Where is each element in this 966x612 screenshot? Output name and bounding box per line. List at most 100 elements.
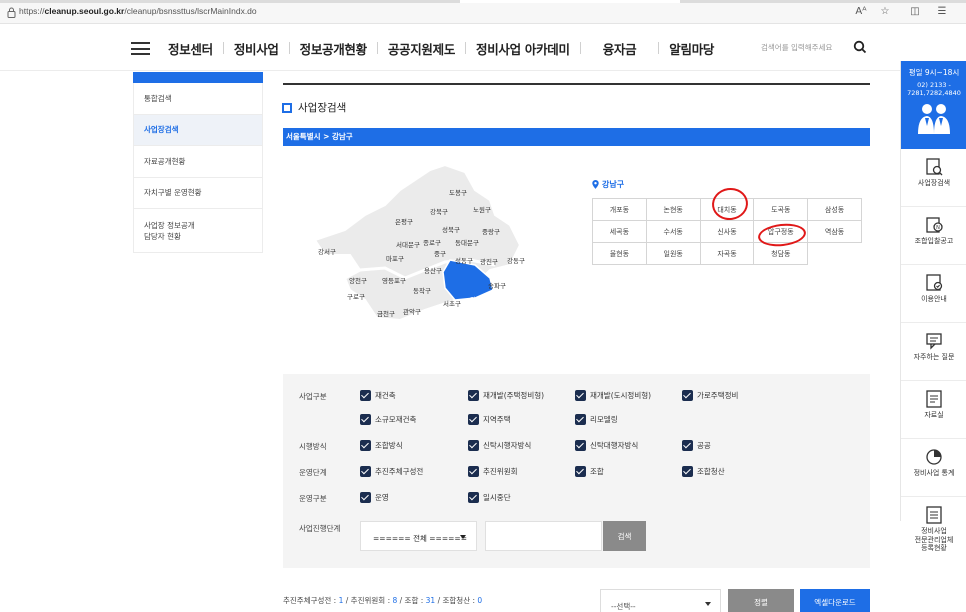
nav-item-maintenance[interactable]: 정비사업 <box>224 39 289 58</box>
map-label-eunpyeong[interactable]: 은평구 <box>395 216 413 226</box>
dong-button-nonhyeon[interactable]: 논현동 <box>645 198 701 221</box>
site-search-input[interactable]: 검색어를 입력해주세요 <box>755 37 869 59</box>
map-label-gangseo[interactable]: 강서구 <box>318 246 336 256</box>
checkbox-small-reconstruction[interactable]: 소규모재건축 <box>360 412 416 426</box>
quick-management-company[interactable]: 정비사업 전문관리업체 등록현황 <box>901 497 966 577</box>
nav-item-public-support[interactable]: 공공지원제도 <box>378 39 465 58</box>
dong-button-gaepo[interactable]: 개포동 <box>592 198 647 221</box>
sort-button[interactable]: 정렬 <box>728 589 794 612</box>
quick-guide[interactable]: 이용안내 <box>901 265 966 323</box>
checkbox-label: 가로주택정비 <box>697 390 739 400</box>
dong-button-yeoksam[interactable]: 역삼동 <box>807 220 862 243</box>
checkbox-union[interactable]: 조합 <box>575 464 604 478</box>
dong-button-dogok[interactable]: 도곡동 <box>753 198 809 221</box>
map-label-gangbuk[interactable]: 강북구 <box>430 206 448 216</box>
map-label-dongjak[interactable]: 동작구 <box>413 285 431 295</box>
dong-button-samseong[interactable]: 삼성동 <box>807 198 862 221</box>
map-label-yangcheon[interactable]: 양천구 <box>349 275 367 285</box>
checkbox-label: 소규모재건축 <box>375 414 417 424</box>
sidebar-item-label: 사업장 정보공개 <box>144 220 195 230</box>
quick-label: 정비사업 <box>921 527 947 535</box>
map-label-dongdaemun[interactable]: 동대문구 <box>455 237 479 247</box>
sidebar-item-contact-status[interactable]: 사업장 정보공개 담당자 현황 <box>133 209 263 253</box>
checkbox-redevelop-urban[interactable]: 재개발(도시정비형) <box>575 388 651 402</box>
map-label-gangnam[interactable]: 강남구 <box>470 294 488 304</box>
excel-download-button[interactable]: 엑셀다운로드 <box>800 589 870 612</box>
quick-bid-notice[interactable]: N 조합입찰공고 <box>901 207 966 265</box>
checkbox-redevelop-housing[interactable]: 재개발(주택정비형) <box>468 388 544 402</box>
map-label-mapo[interactable]: 마포구 <box>386 253 404 263</box>
map-label-seongbuk[interactable]: 성북구 <box>442 224 460 234</box>
sidebar-item-district-operation[interactable]: 자치구별 운영현황 <box>133 177 263 209</box>
left-sidebar: 통합검색 사업장검색 자료공개현황 자치구별 운영현황 사업장 정보공개 담당자 … <box>133 72 263 253</box>
checkbox-public[interactable]: 공공 <box>682 438 711 452</box>
sidebar-item-disclosure-status[interactable]: 자료공개현황 <box>133 146 263 178</box>
document-icon <box>926 390 942 408</box>
map-label-gangdong[interactable]: 강동구 <box>507 255 525 265</box>
filter-row-method: 시행방식 조합방식 신탁시행자방식 신탁대행자방식 공공 <box>283 438 870 454</box>
checkbox-trust-executor[interactable]: 신탁시행자방식 <box>468 438 531 452</box>
map-label-jungnang[interactable]: 중랑구 <box>482 226 500 236</box>
seoul-map-graphic[interactable] <box>305 160 535 330</box>
map-label-yeongdeungpo[interactable]: 영등포구 <box>382 275 406 285</box>
map-label-jung[interactable]: 중구 <box>434 248 446 258</box>
reader-mode-icon[interactable]: Aᴬ <box>854 5 868 19</box>
hamburger-menu-icon[interactable] <box>131 42 150 55</box>
url-field[interactable]: https://cleanup.seoul.go.kr/cleanup/bsns… <box>19 6 257 16</box>
checkbox-suspended[interactable]: 일시중단 <box>468 490 511 504</box>
checkbox-reconstruction[interactable]: 재건축 <box>360 388 396 402</box>
dong-button-yulhyeon[interactable]: 율현동 <box>592 242 647 265</box>
nav-item-loan[interactable]: 융자금 <box>581 39 659 58</box>
map-label-guro[interactable]: 구로구 <box>347 291 365 301</box>
sidebar-item-site-search[interactable]: 사업장검색 <box>133 114 263 146</box>
nav-item-disclosure[interactable]: 정보공개현황 <box>290 39 377 58</box>
checkbox-trust-agent[interactable]: 신탁대행자방식 <box>575 438 638 452</box>
checkbox-street-housing[interactable]: 가로주택정비 <box>682 388 738 402</box>
sort-select[interactable]: --선택-- <box>600 589 721 612</box>
map-label-nowon[interactable]: 노원구 <box>473 204 491 214</box>
favorites-list-icon[interactable]: ☰ <box>935 5 949 19</box>
search-icon[interactable] <box>853 40 867 54</box>
checkbox-label: 신탁시행자방식 <box>483 440 532 450</box>
map-label-seocho[interactable]: 서초구 <box>443 298 461 308</box>
map-label-geumcheon[interactable]: 금천구 <box>377 308 395 318</box>
nav-item-info-center[interactable]: 정보센터 <box>158 39 223 58</box>
dong-button-jagok[interactable]: 자곡동 <box>699 242 755 265</box>
phone-text: 7281,7282,4840 <box>907 89 961 97</box>
dong-button-sinsa[interactable]: 신사동 <box>699 220 755 243</box>
sidebar-item-integrated-search[interactable]: 통합검색 <box>133 83 263 115</box>
map-label-yongsan[interactable]: 용산구 <box>424 265 442 275</box>
dong-button-segok[interactable]: 세곡동 <box>592 220 647 243</box>
checkbox-pre-committee[interactable]: 추진주체구성전 <box>360 464 423 478</box>
quick-statistics[interactable]: 정비사업 통계 <box>901 439 966 497</box>
dong-button-irwon[interactable]: 일원동 <box>645 242 701 265</box>
checkbox-committee[interactable]: 추진위원회 <box>468 464 518 478</box>
checkbox-regional-housing[interactable]: 지역주택 <box>468 412 511 426</box>
progress-stage-select[interactable]: ====== 전체 ====== <box>360 521 477 551</box>
nav-item-notice[interactable]: 알림마당 <box>659 39 724 58</box>
checkbox-union-method[interactable]: 조합방식 <box>360 438 403 452</box>
search-button[interactable]: 검색 <box>603 521 646 551</box>
dong-button-suseo[interactable]: 수서동 <box>645 220 701 243</box>
quick-label: 이용안내 <box>921 295 947 303</box>
search-placeholder: 검색어를 입력해주세요 <box>761 43 833 52</box>
map-label-seongdong[interactable]: 성동구 <box>455 255 473 265</box>
keyword-input[interactable] <box>485 521 602 551</box>
map-label-gwanak[interactable]: 관악구 <box>403 306 421 316</box>
quick-label: 자주하는 질문 <box>913 353 955 361</box>
split-screen-icon[interactable]: ◫ <box>908 5 922 19</box>
map-label-gwangjin[interactable]: 광진구 <box>480 256 498 266</box>
quick-site-search[interactable]: 사업장검색 <box>901 149 966 207</box>
checkbox-operating[interactable]: 운영 <box>360 490 389 504</box>
quick-library[interactable]: 자료실 <box>901 381 966 439</box>
quick-faq[interactable]: 자주하는 질문 <box>901 323 966 381</box>
map-label-dobong[interactable]: 도봉구 <box>449 187 467 197</box>
favorite-star-icon[interactable]: ☆ <box>878 5 892 19</box>
checkbox-remodeling[interactable]: 리모델링 <box>575 412 618 426</box>
quick-label: 전문관리업체 <box>914 535 954 544</box>
checkbox-union-liquidation[interactable]: 조합청산 <box>682 464 725 478</box>
map-label-songpa[interactable]: 송파구 <box>488 280 506 290</box>
map-label-seodaemun[interactable]: 서대문구 <box>396 239 420 249</box>
nav-item-academy[interactable]: 정비사업 아카데미 <box>466 39 580 58</box>
map-label-jongno[interactable]: 종로구 <box>423 237 441 247</box>
